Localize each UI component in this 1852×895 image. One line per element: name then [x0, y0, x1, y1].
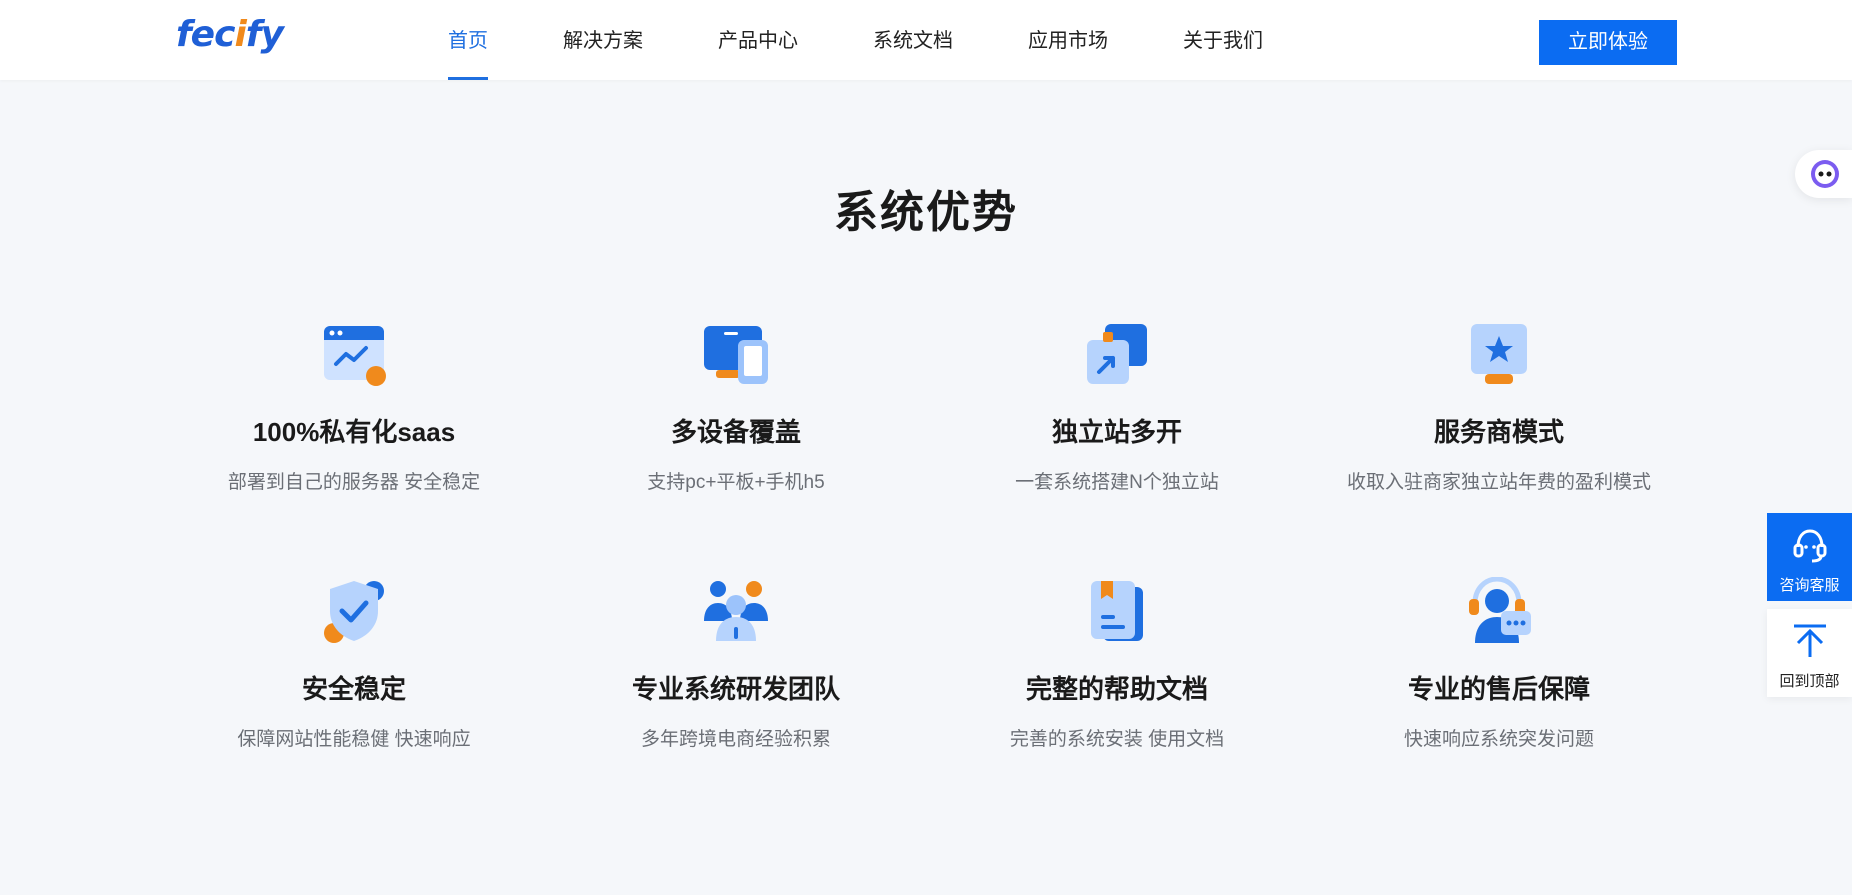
feature-card-private-saas: 100%私有化saas 部署到自己的服务器 安全稳定: [164, 320, 544, 494]
feature-desc: 快速响应系统突发问题: [1403, 729, 1594, 750]
multi-device-icon: [704, 326, 768, 384]
support-agent-icon: [1469, 577, 1531, 643]
feature-title: 独立站多开: [1051, 417, 1182, 447]
feature-desc: 支持pc+平板+手机h5: [647, 472, 825, 493]
chat-assistant-bubble[interactable]: [1795, 150, 1852, 198]
main-nav: 首页 解决方案 产品中心 系统文档 应用市场 关于我们: [448, 0, 1338, 80]
consult-service-button[interactable]: 咨询客服: [1767, 513, 1852, 601]
feature-card-provider-mode: 服务商模式 收取入驻商家独立站年费的盈利模式: [1309, 320, 1689, 494]
feature-desc: 部署到自己的服务器 安全稳定: [227, 472, 481, 493]
team-icon: [704, 581, 768, 641]
try-now-button[interactable]: 立即体验: [1539, 20, 1677, 65]
nav-item-products[interactable]: 产品中心: [718, 0, 798, 80]
nav-item-home[interactable]: 首页: [448, 0, 488, 80]
feature-title: 专业的售后保障: [1407, 674, 1590, 704]
robot-face-icon: [1811, 160, 1839, 188]
feature-title: 服务商模式: [1433, 417, 1564, 447]
site-logo[interactable]: fecify: [176, 14, 284, 55]
feature-desc: 完善的系统安装 使用文档: [1009, 729, 1225, 750]
shield-check-icon: [324, 581, 384, 643]
star-display-icon: [1471, 324, 1527, 384]
feature-desc: 收取入驻商家独立站年费的盈利模式: [1346, 472, 1651, 493]
feature-card-security: 安全稳定 保障网站性能稳健 快速响应: [164, 577, 544, 751]
nav-item-about[interactable]: 关于我们: [1183, 0, 1263, 80]
feature-desc: 保障网站性能稳健 快速响应: [237, 729, 471, 750]
feature-desc: 多年跨境电商经验积累: [640, 729, 831, 750]
feature-title: 完整的帮助文档: [1025, 674, 1208, 704]
feature-title: 专业系统研发团队: [631, 674, 840, 704]
feature-card-team: 专业系统研发团队 多年跨境电商经验积累: [546, 577, 926, 751]
arrow-up-icon: [1793, 624, 1826, 657]
back-to-top-label: 回到顶部: [1779, 673, 1840, 690]
feature-title: 100%私有化saas: [252, 417, 456, 447]
feature-desc: 一套系统搭建N个独立站: [1015, 472, 1219, 493]
document-icon: [1091, 581, 1143, 641]
consult-label: 咨询客服: [1779, 577, 1840, 594]
feature-card-after-sales: 专业的售后保障 快速响应系统突发问题: [1309, 577, 1689, 751]
site-header: fecify 首页 解决方案 产品中心 系统文档 应用市场 关于我们 立即体验: [0, 0, 1852, 80]
feature-card-multi-device: 多设备覆盖 支持pc+平板+手机h5: [546, 320, 926, 494]
section-title: 系统优势: [834, 188, 1018, 237]
feature-card-help-docs: 完整的帮助文档 完善的系统安装 使用文档: [927, 577, 1307, 751]
nav-item-solutions[interactable]: 解决方案: [563, 0, 643, 80]
feature-card-multi-site: 独立站多开 一套系统搭建N个独立站: [927, 320, 1307, 494]
nav-item-app-market[interactable]: 应用市场: [1028, 0, 1108, 80]
back-to-top-button[interactable]: 回到顶部: [1767, 609, 1852, 697]
headset-icon: [1793, 529, 1826, 563]
chart-window-icon: [324, 326, 386, 386]
feature-title: 多设备覆盖: [670, 417, 801, 447]
multi-site-icon: [1087, 324, 1147, 384]
nav-item-docs[interactable]: 系统文档: [873, 0, 953, 80]
feature-title: 安全稳定: [301, 674, 406, 704]
